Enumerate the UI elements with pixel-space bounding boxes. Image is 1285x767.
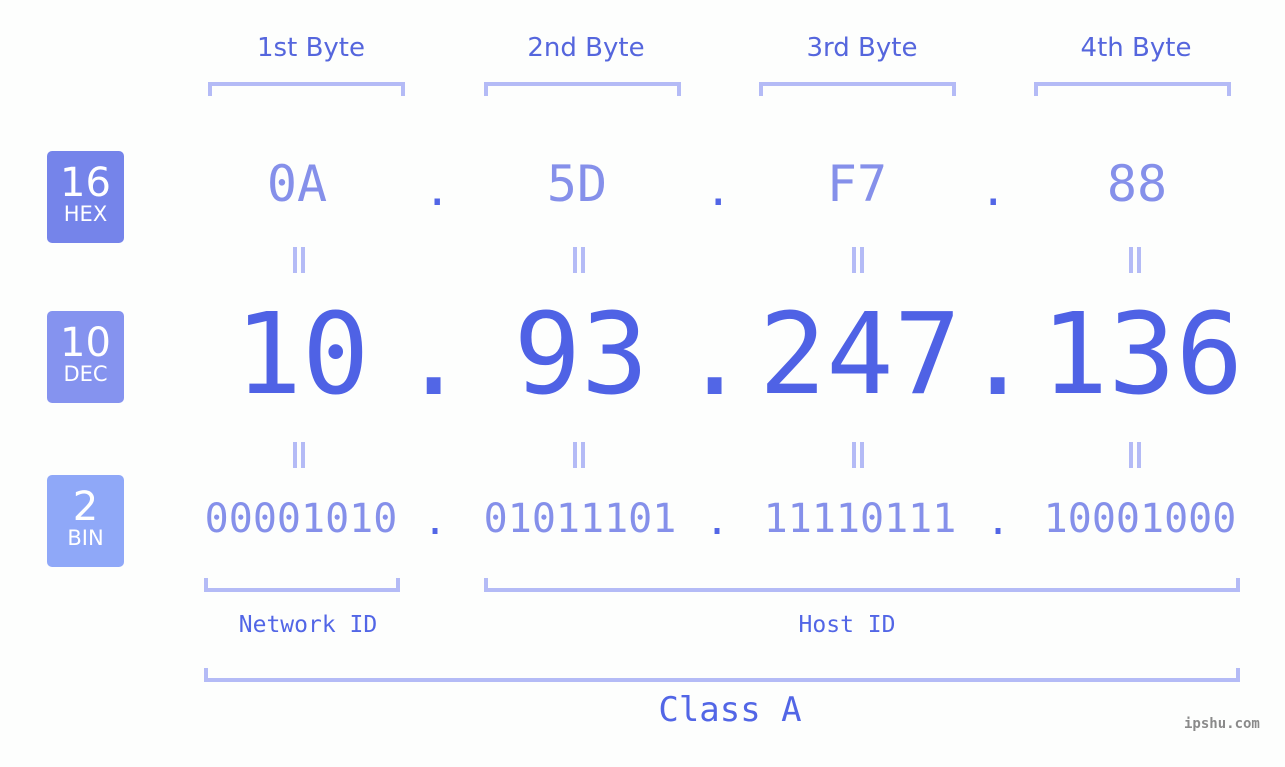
byte-bracket-3 bbox=[759, 82, 956, 96]
hex-separator: . bbox=[705, 165, 732, 216]
dec-byte-3: 247 bbox=[758, 290, 962, 420]
class-bracket bbox=[204, 668, 1240, 682]
dec-badge-number: 10 bbox=[60, 320, 111, 366]
dec-badge-label: DEC bbox=[63, 362, 108, 386]
equals-icon bbox=[291, 247, 307, 273]
bin-badge-number: 2 bbox=[72, 484, 99, 530]
dec-separator: . bbox=[964, 291, 1032, 421]
bin-byte-3: 11110111 bbox=[763, 496, 957, 542]
dec-byte-1: 10 bbox=[234, 290, 370, 420]
bin-separator: . bbox=[986, 498, 1011, 544]
dec-badge: 10 DEC bbox=[47, 311, 124, 403]
hex-separator: . bbox=[424, 165, 451, 216]
bin-byte-2: 01011101 bbox=[483, 496, 677, 542]
bin-badge: 2 BIN bbox=[47, 475, 124, 567]
hex-byte-3: F7 bbox=[826, 155, 888, 213]
byte-bracket-4 bbox=[1034, 82, 1231, 96]
byte-header-4: 4th Byte bbox=[1080, 33, 1192, 63]
hex-badge: 16 HEX bbox=[47, 151, 124, 243]
equals-icon bbox=[291, 442, 307, 468]
bin-badge-label: BIN bbox=[67, 526, 104, 550]
byte-bracket-1 bbox=[208, 82, 405, 96]
network-id-bracket bbox=[204, 578, 400, 592]
equals-icon bbox=[850, 247, 866, 273]
equals-icon bbox=[1127, 442, 1143, 468]
byte-header-2: 2nd Byte bbox=[527, 33, 645, 63]
bin-byte-1: 00001010 bbox=[204, 496, 398, 542]
equals-icon bbox=[850, 442, 866, 468]
equals-icon bbox=[571, 247, 587, 273]
byte-header-1: 1st Byte bbox=[257, 33, 365, 63]
byte-bracket-2 bbox=[484, 82, 681, 96]
dec-separator: . bbox=[400, 291, 468, 421]
equals-icon bbox=[1127, 247, 1143, 273]
host-id-bracket bbox=[484, 578, 1240, 592]
hex-badge-label: HEX bbox=[63, 202, 108, 226]
hex-byte-4: 88 bbox=[1106, 155, 1168, 213]
host-id-label: Host ID bbox=[798, 612, 896, 638]
equals-icon bbox=[571, 442, 587, 468]
class-label: Class A bbox=[658, 690, 802, 730]
dec-byte-4: 136 bbox=[1040, 290, 1244, 420]
dec-byte-2: 93 bbox=[513, 290, 649, 420]
hex-byte-1: 0A bbox=[266, 155, 328, 213]
bin-separator: . bbox=[705, 498, 730, 544]
watermark: ipshu.com bbox=[1184, 716, 1260, 732]
network-id-label: Network ID bbox=[238, 612, 378, 638]
bin-byte-4: 10001000 bbox=[1043, 496, 1237, 542]
bin-separator: . bbox=[423, 498, 448, 544]
byte-header-3: 3rd Byte bbox=[806, 33, 918, 63]
dec-separator: . bbox=[681, 291, 749, 421]
hex-byte-2: 5D bbox=[546, 155, 608, 213]
hex-separator: . bbox=[980, 165, 1007, 216]
hex-badge-number: 16 bbox=[60, 160, 111, 206]
